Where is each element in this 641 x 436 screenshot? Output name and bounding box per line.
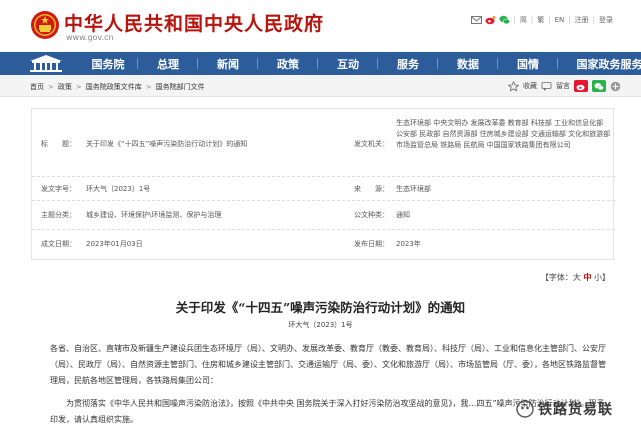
traditional-link[interactable]: 繁 (537, 15, 544, 25)
publish-date-label: 发布日期： (354, 240, 389, 248)
share-weibo-icon[interactable] (574, 80, 588, 92)
home-building-icon[interactable] (24, 52, 68, 75)
nav-item-premier[interactable]: 总理 (138, 52, 198, 75)
star-icon[interactable] (508, 80, 519, 92)
simplified-link[interactable]: 简 (520, 15, 527, 25)
nav-item-service[interactable]: 服务 (378, 52, 438, 75)
font-size-close: 】 (602, 273, 610, 282)
article-body: 各省、自治区、直辖市及新疆生产建设兵团生态环境厅（局）、文明办、发展改革委、教育… (50, 341, 610, 435)
watermark-text: 铁路货易联 (538, 402, 613, 418)
doctype-label: 公文种类： (354, 211, 389, 219)
comment-link[interactable]: 留言 (556, 81, 570, 91)
national-emblem-icon[interactable] (30, 10, 60, 40)
font-size-large[interactable]: 大 (573, 273, 581, 282)
breadcrumb: 首页 > 政策 > 国务院政策文件库 > 国务院部门文件 (30, 82, 205, 92)
share-wechat-icon[interactable] (592, 80, 606, 92)
title-label: 标 题： (41, 140, 76, 148)
main-nav: 国务院 总理 新闻 政策 互动 服务 数据 国情 国家政务服务平台 (0, 52, 641, 75)
mail-icon[interactable] (470, 15, 482, 25)
info-row-dates: 成文日期： 2023年01月03日 发布日期： 2023年 (32, 230, 615, 259)
info-row-docno: 发文字号： 环大气〔2023〕1号 来 源： 生态环境部 (32, 177, 615, 201)
breadcrumb-home[interactable]: 首页 (30, 82, 44, 92)
site-header: 中华人民共和国中央人民政府 www.gov.cn | 简 | 繁 | EN | … (0, 0, 641, 50)
doctype-value: 通知 (396, 211, 410, 219)
issuer-value: 生态环境部 中央文明办 发展改革委 教育部 科技部 工业和信息化部 公安部 民政… (396, 119, 611, 149)
wechat-icon[interactable] (499, 15, 510, 25)
document-info-table: 标 题： 关于印发《“十四五”噪声污染防治行动计划》的通知 发文机关： 生态环境… (31, 108, 615, 260)
nav-item-national-info[interactable]: 国情 (498, 52, 558, 75)
font-size-medium[interactable]: 中 (583, 273, 591, 282)
written-date-label: 成文日期： (41, 240, 76, 248)
more-share-icon[interactable] (610, 81, 621, 92)
register-link[interactable]: 注册 (575, 15, 589, 25)
site-url: www.gov.cn (66, 33, 114, 42)
source-label: 来 源： (354, 185, 389, 193)
watermark: 铁路货易联 (516, 398, 613, 420)
issuer-label: 发文机关： (354, 140, 389, 148)
favorite-link[interactable]: 收藏 (523, 81, 537, 91)
top-links: | 简 | 繁 | EN | 注册 | 登录 (470, 15, 613, 25)
wechat-official-account-icon (516, 400, 534, 418)
weibo-icon[interactable] (485, 15, 496, 25)
font-size-small[interactable]: 小 (594, 273, 602, 282)
publish-date-value: 2023年 (396, 240, 421, 248)
page-tools: 收藏 留言 (508, 80, 621, 92)
docno-label: 发文字号： (41, 185, 76, 193)
docno-value: 环大气〔2023〕1号 (86, 185, 151, 193)
written-date-value: 2023年01月03日 (86, 240, 143, 248)
nav-item-service-platform[interactable]: 国家政务服务平台 (558, 52, 641, 75)
font-size-label: 【字体： (540, 273, 573, 282)
nav-item-policy[interactable]: 政策 (258, 52, 318, 75)
nav-items: 国务院 总理 新闻 政策 互动 服务 数据 国情 国家政务服务平台 (78, 52, 641, 75)
info-row-topic: 主题分类： 城乡建设、环境保护\环境监测、保护与治理 公文种类： 通知 (32, 201, 615, 230)
breadcrumb-policy[interactable]: 政策 (58, 82, 72, 92)
english-link[interactable]: EN (555, 16, 565, 24)
article-paragraph: 各省、自治区、直辖市及新疆生产建设兵团生态环境厅（局）、文明办、发展改革委、教育… (50, 344, 606, 385)
site-title[interactable]: 中华人民共和国中央人民政府 (64, 9, 324, 36)
comment-icon[interactable] (541, 81, 552, 92)
breadcrumb-dept-docs[interactable]: 国务院部门文件 (156, 82, 205, 92)
title-value: 关于印发《“十四五”噪声污染防治行动计划》的通知 (86, 140, 248, 148)
nav-item-interact[interactable]: 互动 (318, 52, 378, 75)
breadcrumb-bar: 首页 > 政策 > 国务院政策文件库 > 国务院部门文件 收藏 留言 (0, 75, 641, 97)
nav-item-state-council[interactable]: 国务院 (78, 52, 138, 75)
article-title: 关于印发《“十四五”噪声污染防治行动计划》的通知 (175, 300, 466, 315)
topic-label: 主题分类： (41, 211, 76, 219)
nav-item-data[interactable]: 数据 (438, 52, 498, 75)
article-docno: 环大气〔2023〕1号 (288, 321, 353, 329)
breadcrumb-policy-library[interactable]: 国务院政策文件库 (86, 82, 142, 92)
login-link[interactable]: 登录 (599, 15, 613, 25)
source-value: 生态环境部 (396, 185, 431, 193)
info-row-title: 标 题： 关于印发《“十四五”噪声污染防治行动计划》的通知 发文机关： 生态环境… (32, 109, 615, 177)
topic-value: 城乡建设、环境保护\环境监测、保护与治理 (86, 211, 222, 219)
font-size-switcher: 【字体：大 中 小】 (541, 272, 610, 283)
nav-item-news[interactable]: 新闻 (198, 52, 258, 75)
